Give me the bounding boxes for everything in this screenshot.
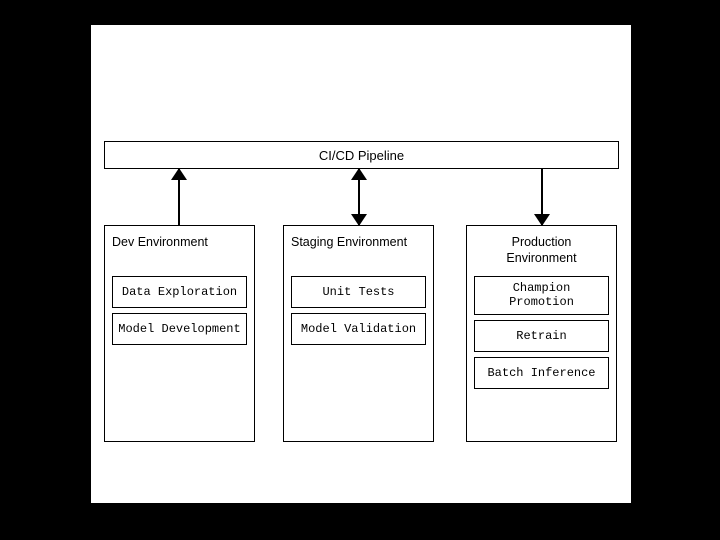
production-environment-box: Production Environment Champion Promotio… (466, 225, 617, 442)
production-environment-title: Production Environment (474, 234, 609, 270)
staging-environment-title: Staging Environment (291, 234, 426, 270)
task-model-development: Model Development (112, 313, 247, 345)
arrow-pipeline-to-production (532, 169, 552, 225)
task-champion-promotion: Champion Promotion (474, 276, 609, 315)
dev-environment-title: Dev Environment (112, 234, 247, 270)
dev-tasks: Data Exploration Model Development (112, 276, 247, 345)
diagram-canvas: CI/CD Pipeline Dev Environment Data Expl… (91, 25, 631, 503)
task-retrain: Retrain (474, 320, 609, 352)
task-unit-tests: Unit Tests (291, 276, 426, 308)
task-batch-inference: Batch Inference (474, 357, 609, 389)
arrow-line (178, 169, 180, 225)
cicd-pipeline-label: CI/CD Pipeline (319, 148, 404, 163)
task-model-validation: Model Validation (291, 313, 426, 345)
task-data-exploration: Data Exploration (112, 276, 247, 308)
arrow-dev-to-pipeline (169, 169, 189, 225)
production-tasks: Champion Promotion Retrain Batch Inferen… (474, 276, 609, 389)
dev-environment-box: Dev Environment Data Exploration Model D… (104, 225, 255, 442)
arrow-staging-pipeline (349, 169, 369, 225)
cicd-pipeline-bar: CI/CD Pipeline (104, 141, 619, 169)
staging-tasks: Unit Tests Model Validation (291, 276, 426, 345)
staging-environment-box: Staging Environment Unit Tests Model Val… (283, 225, 434, 442)
